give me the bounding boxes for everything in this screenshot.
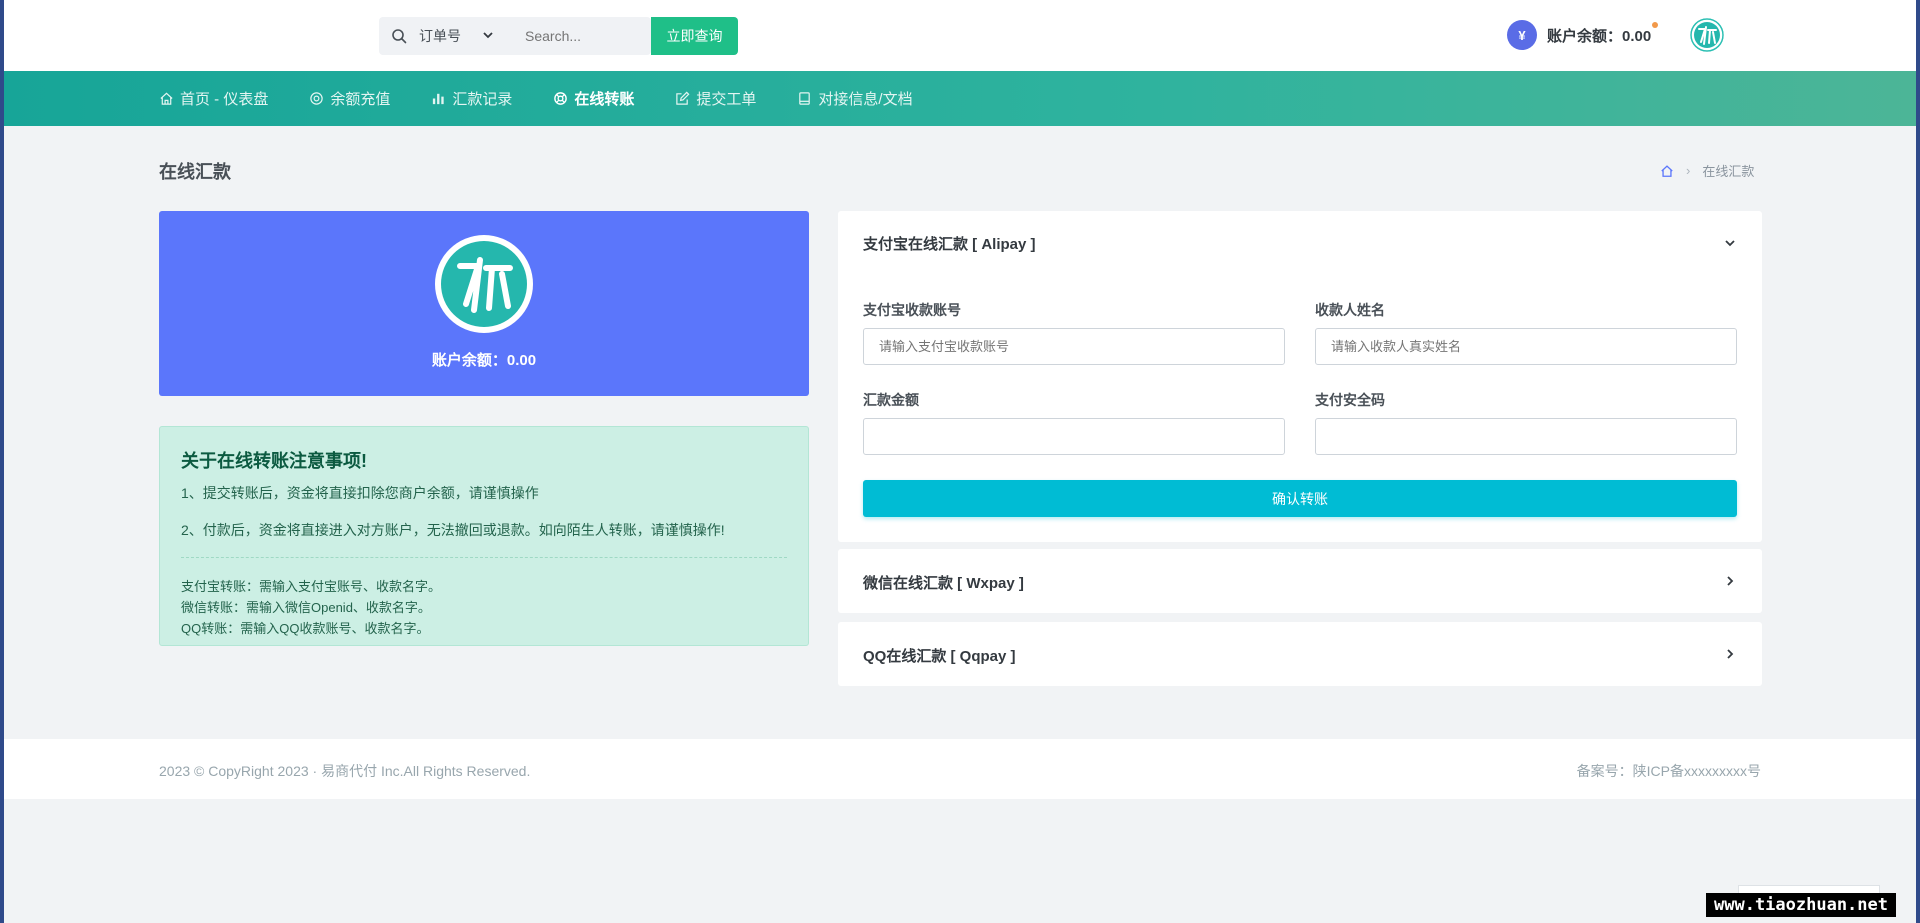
user-avatar[interactable]	[1690, 18, 1724, 52]
security-code-label: 支付安全码	[1315, 392, 1385, 408]
nav-item-remit-records[interactable]: 汇款记录	[431, 88, 512, 109]
window-frame-left	[0, 0, 4, 923]
chevron-right-icon[interactable]	[1724, 648, 1736, 660]
lifebuoy-icon	[554, 92, 568, 105]
footer-copyright: 2023 © CopyRight 2023 · 易商代付 Inc.All Rig…	[159, 763, 531, 779]
search-type-value: 订单号	[419, 28, 461, 44]
home-icon	[160, 92, 173, 105]
coin-icon	[310, 92, 324, 105]
alipay-card: 支付宝在线汇款 [ Alipay ] 支付宝收款账号 收款人姓名 汇款金额 支付…	[838, 211, 1762, 542]
bar-chart-icon	[433, 93, 445, 105]
nav-item-docs[interactable]: 对接信息/文档	[797, 88, 913, 109]
nav-item-label: 余额充值	[330, 91, 391, 108]
nav-item-label: 汇款记录	[452, 91, 513, 108]
security-code-input[interactable]	[1315, 418, 1737, 455]
profile-avatar	[435, 235, 533, 333]
alipay-account-label: 支付宝收款账号	[863, 302, 961, 318]
payee-name-input[interactable]	[1315, 328, 1737, 365]
watermark: www.tiaozhuan.net	[1706, 893, 1896, 917]
nav-item-label: 提交工单	[696, 91, 757, 108]
profile-card: 账户余额：0.00	[159, 211, 809, 396]
footer-icp: 备案号：陕ICP备xxxxxxxxx号	[1576, 763, 1761, 779]
notice-paragraph: 2、付款后，资金将直接进入对方账户，无法撤回或退款。如向陌生人转账，请谨慎操作!	[181, 522, 725, 538]
breadcrumb: › 在线汇款	[1660, 161, 1754, 180]
qqpay-card-header[interactable]: QQ在线汇款 [ Qqpay ]	[863, 645, 1016, 666]
alipay-card-header[interactable]: 支付宝在线汇款 [ Alipay ]	[863, 233, 1036, 254]
notice-line: 微信转账：需输入微信Openid、收款名字。	[181, 600, 431, 615]
window-frame-right	[1916, 0, 1920, 923]
top-bar: 订单号 立即查询 ¥ 账户余额：0.00	[4, 0, 1916, 71]
chevron-right-icon: ›	[1686, 163, 1691, 178]
notice-line: 支付宝转账：需输入支付宝账号、收款名字。	[181, 579, 442, 594]
nav-item-label: 首页 - 仪表盘	[180, 91, 269, 108]
footer: 2023 © CopyRight 2023 · 易商代付 Inc.All Rig…	[4, 739, 1916, 799]
profile-balance: 账户余额：0.00	[431, 352, 537, 369]
alipay-account-input[interactable]	[863, 328, 1285, 365]
nav-item-recharge[interactable]: 余额充值	[309, 88, 390, 109]
main-nav: 首页 - 仪表盘 余额充值 汇款记录 在线转账 提交工单 对接信息/文档	[4, 71, 1916, 126]
search-input[interactable]	[511, 17, 621, 55]
amount-label: 汇款金额	[863, 392, 919, 408]
book-icon	[799, 92, 811, 105]
nav-item-label: 在线转账	[574, 91, 635, 108]
payee-name-label: 收款人姓名	[1315, 302, 1385, 318]
amount-input[interactable]	[863, 418, 1285, 455]
notice-title: 关于在线转账注意事项!	[181, 451, 367, 471]
search-type-select[interactable]: 订单号	[419, 17, 511, 55]
notice-line: QQ转账：需输入QQ收款账号、收款名字。	[181, 621, 430, 636]
notice-card: 关于在线转账注意事项! 1、提交转账后，资金将直接扣除您商户余额，请谨慎操作 2…	[159, 426, 809, 646]
notice-paragraph: 1、提交转账后，资金将直接扣除您商户余额，请谨慎操作	[181, 485, 539, 501]
wxpay-card-header[interactable]: 微信在线汇款 [ Wxpay ]	[863, 572, 1024, 593]
nav-item-online-transfer[interactable]: 在线转账	[553, 88, 634, 109]
search-button[interactable]: 立即查询	[651, 17, 738, 55]
chevron-right-icon[interactable]	[1724, 575, 1736, 587]
notification-dot	[1652, 22, 1658, 28]
nav-item-dashboard[interactable]: 首页 - 仪表盘	[159, 88, 268, 109]
search-box: 订单号	[379, 17, 651, 55]
nav-item-label: 对接信息/文档	[818, 91, 913, 108]
breadcrumb-current: 在线汇款	[1702, 164, 1755, 179]
edit-icon	[676, 91, 690, 105]
yen-icon: ¥	[1507, 20, 1537, 50]
search-icon	[379, 28, 419, 44]
balance-text: 账户余额：0.00	[1547, 27, 1652, 45]
chevron-down-icon[interactable]	[1724, 237, 1736, 249]
home-icon[interactable]	[1660, 164, 1674, 178]
page-title: 在线汇款	[159, 162, 231, 182]
nav-item-submit-ticket[interactable]: 提交工单	[675, 88, 756, 109]
account-balance-top[interactable]: ¥ 账户余额：0.00	[1507, 20, 1658, 50]
chevron-down-icon	[483, 30, 493, 42]
notice-divider	[181, 557, 787, 558]
qqpay-card[interactable]: QQ在线汇款 [ Qqpay ]	[838, 622, 1762, 686]
wxpay-card[interactable]: 微信在线汇款 [ Wxpay ]	[838, 549, 1762, 613]
confirm-transfer-button[interactable]: 确认转账	[863, 480, 1737, 517]
